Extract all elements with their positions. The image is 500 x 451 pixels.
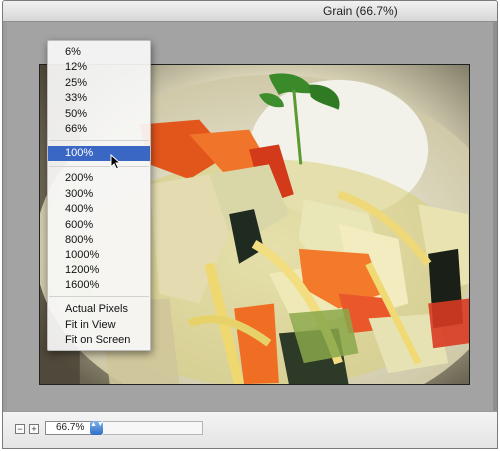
menu-separator [49,140,149,141]
up-down-stepper-icon[interactable]: ▲▼ [90,421,104,435]
status-bar: − + 66.7% ▲▼ [3,411,497,448]
zoom-menu-item[interactable]: 33% [48,91,150,106]
vertical-scrollbar[interactable] [493,22,497,412]
fit-in-view-menu-item[interactable]: Fit in View [48,318,150,333]
fit-on-screen-menu-item[interactable]: Fit on Screen [48,333,150,348]
zoom-menu-item[interactable]: 600% [48,218,150,233]
zoom-menu-item[interactable]: 400% [48,202,150,217]
status-info-field[interactable] [103,421,203,435]
zoom-menu-item[interactable]: 6% [48,45,150,60]
zoom-menu-item[interactable]: 1000% [48,248,150,263]
window-title: Grain (66.7%) [323,4,398,18]
arrow-cursor-icon [110,154,122,170]
zoom-menu-item[interactable]: 50% [48,107,150,122]
zoom-menu-item[interactable]: 800% [48,233,150,248]
zoom-menu-item[interactable]: 200% [48,171,150,186]
zoom-in-button[interactable]: + [29,424,39,434]
title-bar[interactable]: Grain (66.7%) [3,1,497,22]
zoom-menu-item[interactable]: 25% [48,76,150,91]
zoom-menu-item[interactable]: 66% [48,122,150,137]
zoom-menu-item-selected[interactable]: 100% [48,146,150,161]
menu-separator [49,296,149,297]
zoom-menu-item[interactable]: 12% [48,60,150,75]
zoom-out-button[interactable]: − [15,424,25,434]
zoom-menu: 6% 12% 25% 33% 50% 66% 100% 200% 300% 40… [47,40,151,351]
actual-pixels-menu-item[interactable]: Actual Pixels [48,302,150,317]
zoom-menu-item[interactable]: 1200% [48,263,150,278]
zoom-menu-item[interactable]: 300% [48,187,150,202]
zoom-menu-item[interactable]: 1600% [48,278,150,293]
menu-separator [49,166,149,167]
